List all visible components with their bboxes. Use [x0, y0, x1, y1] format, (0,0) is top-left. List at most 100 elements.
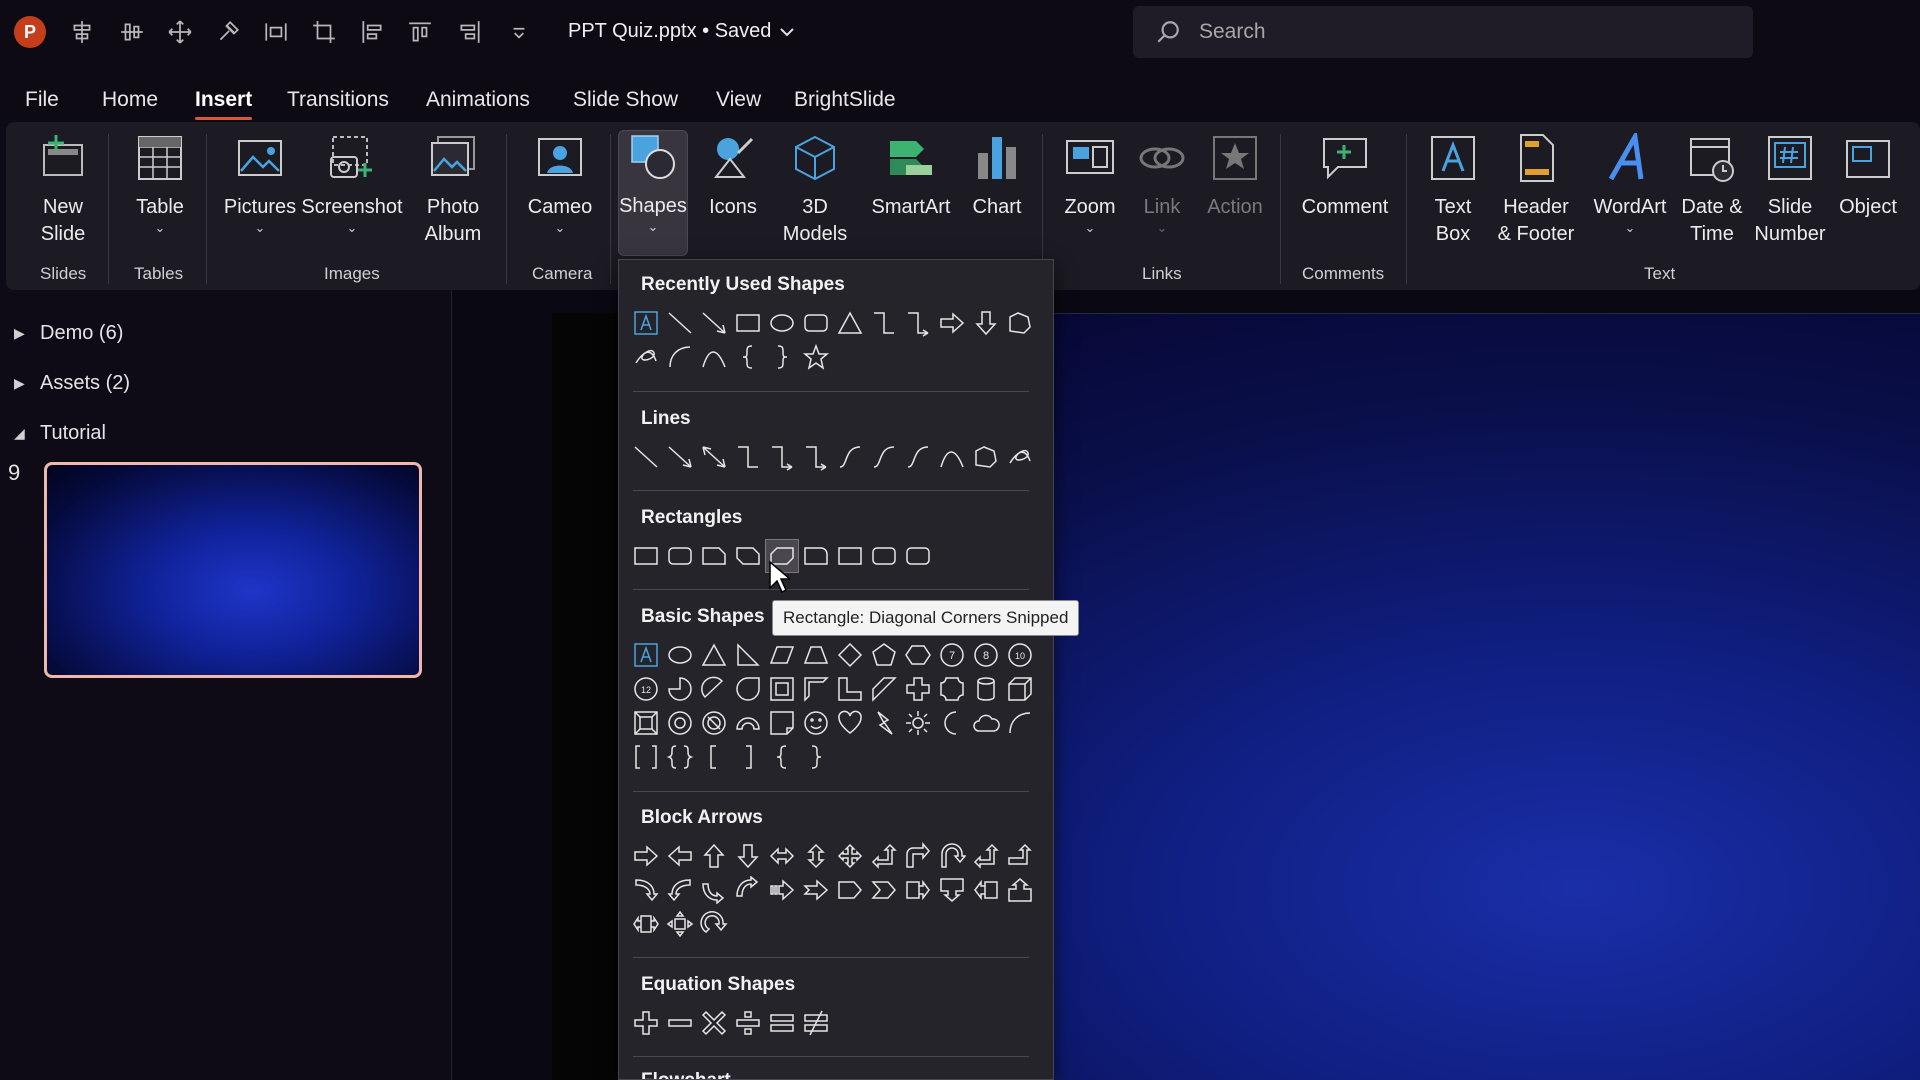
shape-pentagon-icon[interactable]: [833, 873, 867, 907]
shape-curve-icon[interactable]: [935, 440, 969, 474]
tab-slide-show[interactable]: Slide Show: [573, 88, 678, 112]
shape-scribble-icon[interactable]: [1003, 440, 1037, 474]
shape-oval-icon[interactable]: [663, 638, 697, 672]
cameo-button[interactable]: Cameo ⌄: [520, 132, 600, 235]
shape-pie-icon[interactable]: [663, 672, 697, 706]
header-footer-button[interactable]: Header & Footer: [1490, 132, 1582, 248]
shape-round1-icon[interactable]: [799, 539, 833, 573]
smartart-button[interactable]: SmartArt: [864, 132, 958, 221]
shape-lrarrow-icon[interactable]: [765, 839, 799, 873]
shape-para-icon[interactable]: [765, 638, 799, 672]
shape-rrect-icon[interactable]: [901, 539, 935, 573]
shape-curvedl-icon[interactable]: [663, 873, 697, 907]
shape-cube-icon[interactable]: [1003, 672, 1037, 706]
wordart-button[interactable]: WordArt ⌄: [1586, 132, 1674, 235]
slide-thumbnail[interactable]: [44, 462, 422, 678]
shape-line-icon[interactable]: [663, 306, 697, 340]
shape-rcallout-icon[interactable]: [901, 873, 935, 907]
shape-chevron-icon[interactable]: [867, 873, 901, 907]
shape-curvedconn-icon[interactable]: [867, 440, 901, 474]
shape-dblarrow-icon[interactable]: [697, 440, 731, 474]
shape-elbow-icon[interactable]: [731, 440, 765, 474]
shape-quadcallout-icon[interactable]: [663, 907, 697, 941]
slide-number-button[interactable]: Slide Number: [1754, 132, 1826, 248]
shape-ucallout-icon[interactable]: [1003, 873, 1037, 907]
shape-curvedu-icon[interactable]: [697, 873, 731, 907]
shape-scribble-icon[interactable]: [629, 340, 663, 374]
shape-dodec-icon[interactable]: 12: [629, 672, 663, 706]
shape-lshape-icon[interactable]: [833, 672, 867, 706]
tab-animations[interactable]: Animations: [426, 88, 530, 112]
align-middle-icon[interactable]: [118, 18, 146, 46]
shape-lcallout-icon[interactable]: [969, 873, 1003, 907]
shape-rbrace-icon[interactable]: [765, 340, 799, 374]
shape-bolt-icon[interactable]: [867, 706, 901, 740]
shape-frame-icon[interactable]: [765, 672, 799, 706]
zoom-button[interactable]: Zoom ⌄: [1054, 132, 1126, 235]
shape-curve-icon[interactable]: [697, 340, 731, 374]
pictures-button[interactable]: Pictures ⌄: [218, 132, 302, 235]
shape-rtri-icon[interactable]: [731, 638, 765, 672]
shape-teardrop-icon[interactable]: [731, 672, 765, 706]
shape-rrect-icon[interactable]: [663, 539, 697, 573]
shape-elbowarr-icon[interactable]: [765, 440, 799, 474]
shape-rect-icon[interactable]: [629, 539, 663, 573]
align-top-icon[interactable]: [406, 18, 434, 46]
shape-lbracket-icon[interactable]: [697, 740, 731, 774]
shape-pent-icon[interactable]: [867, 638, 901, 672]
tab-insert[interactable]: Insert: [195, 88, 253, 120]
shape-dcallout-icon[interactable]: [935, 873, 969, 907]
shape-elbowarr-icon[interactable]: [901, 306, 935, 340]
document-title[interactable]: PPT Quiz.pptx • Saved: [568, 20, 795, 43]
shape-curvedconn-icon[interactable]: [833, 440, 867, 474]
shape-eqminus-icon[interactable]: [663, 1006, 697, 1040]
shape-fold-icon[interactable]: [765, 706, 799, 740]
table-button[interactable]: Table ⌄: [124, 132, 196, 235]
shape-textbox-icon[interactable]: [629, 638, 663, 672]
shape-curvedr-icon[interactable]: [629, 873, 663, 907]
shape-bentup-icon[interactable]: [1003, 839, 1037, 873]
shape-dec-icon[interactable]: 10: [1003, 638, 1037, 672]
shape-lrcallout-icon[interactable]: [629, 907, 663, 941]
shape-leftup-icon[interactable]: [969, 839, 1003, 873]
shape-textbox-icon[interactable]: [629, 306, 663, 340]
shape-heart-icon[interactable]: [833, 706, 867, 740]
shape-eqequal-icon[interactable]: [765, 1006, 799, 1040]
tab-file[interactable]: File: [25, 88, 59, 112]
shape-tri-icon[interactable]: [833, 306, 867, 340]
chart-button[interactable]: Chart: [962, 132, 1032, 221]
align-center-icon[interactable]: [68, 18, 96, 46]
shape-halfframe-icon[interactable]: [799, 672, 833, 706]
shape-arrow-icon[interactable]: [663, 440, 697, 474]
shape-arc-icon[interactable]: [1003, 706, 1037, 740]
shape-smiley-icon[interactable]: [799, 706, 833, 740]
shape-eqnotequal-icon[interactable]: [799, 1006, 833, 1040]
shape-snip1-icon[interactable]: [697, 539, 731, 573]
shape-donut-icon[interactable]: [663, 706, 697, 740]
shape-circarrow-icon[interactable]: [697, 907, 731, 941]
tab-brightslide[interactable]: BrightSlide: [794, 88, 896, 112]
shape-arc-icon[interactable]: [663, 340, 697, 374]
screenshot-button[interactable]: Screenshot ⌄: [301, 132, 403, 235]
shape-lbrace-icon[interactable]: [731, 340, 765, 374]
shape-cloud-icon[interactable]: [969, 706, 1003, 740]
distribute-icon[interactable]: [262, 18, 290, 46]
shape-arrow-icon[interactable]: [697, 306, 731, 340]
shape-stripedr-icon[interactable]: [765, 873, 799, 907]
shape-snip2-icon[interactable]: [731, 539, 765, 573]
customize-qat-icon[interactable]: [505, 18, 533, 46]
shape-blockarc-icon[interactable]: [731, 706, 765, 740]
shape-hept-icon[interactable]: 7: [935, 638, 969, 672]
shape-tri-icon[interactable]: [697, 638, 731, 672]
shape-rbracket-icon[interactable]: [731, 740, 765, 774]
shape-eqdiv-icon[interactable]: [731, 1006, 765, 1040]
section-assets[interactable]: ▶ Assets (2): [14, 372, 130, 395]
shape-diamond-icon[interactable]: [833, 638, 867, 672]
shape-quad-icon[interactable]: [833, 839, 867, 873]
new-slide-button[interactable]: New Slide: [24, 132, 102, 248]
shape-eqplus-icon[interactable]: [629, 1006, 663, 1040]
shape-sun-icon[interactable]: [901, 706, 935, 740]
comment-button[interactable]: Comment: [1292, 132, 1398, 221]
shape-can-icon[interactable]: [969, 672, 1003, 706]
shape-bevel-icon[interactable]: [629, 706, 663, 740]
